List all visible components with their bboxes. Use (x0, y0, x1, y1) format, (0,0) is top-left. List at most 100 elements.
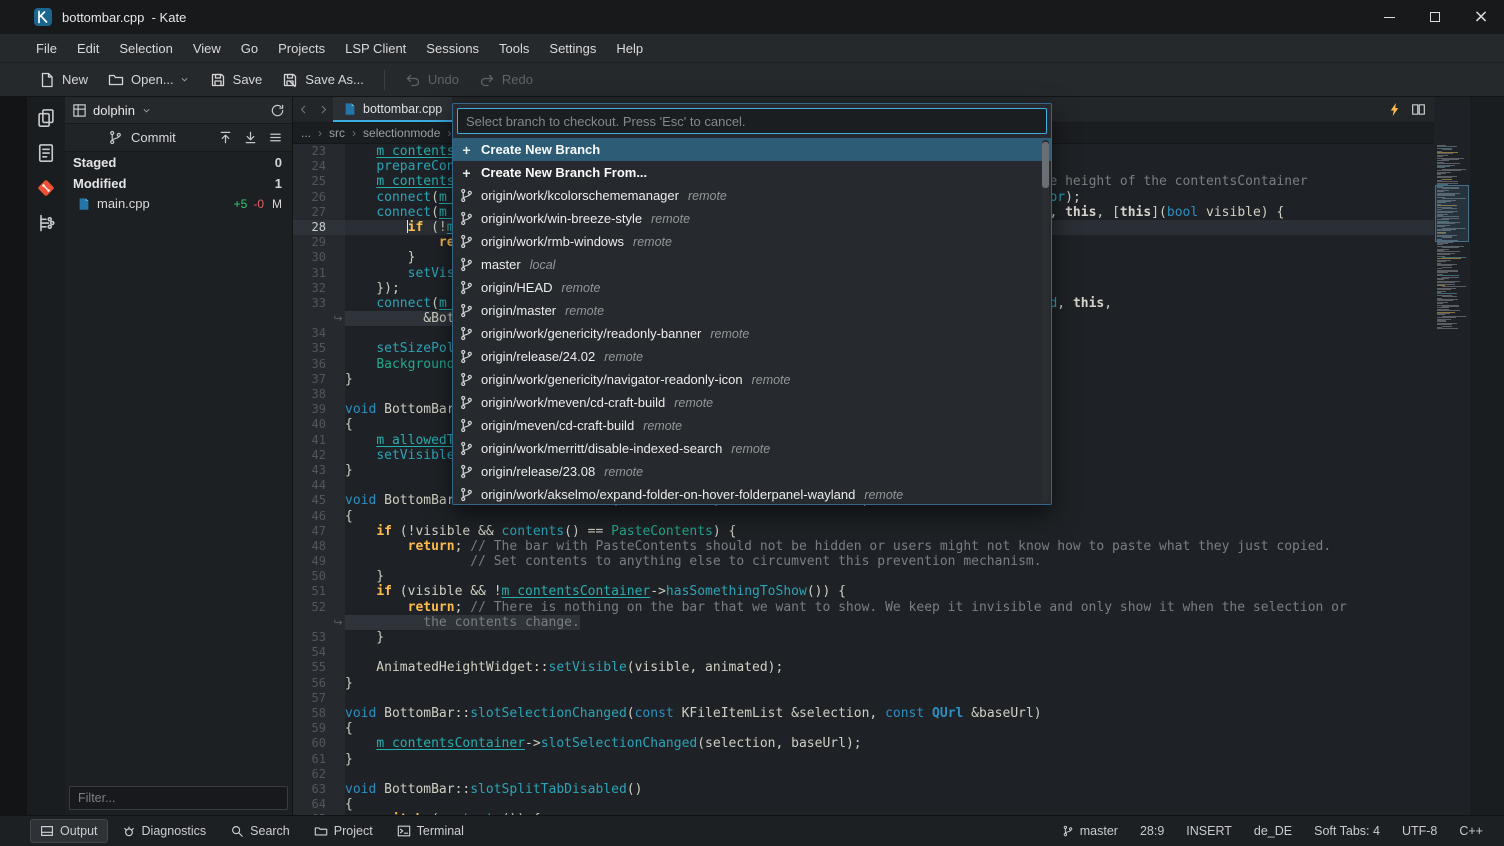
status-cursor-position[interactable]: 28:9 (1129, 824, 1175, 838)
branch-list-item[interactable]: origin/meven/cd-craft-build remote (453, 414, 1051, 437)
code-line[interactable]: ↪ the contents change. (293, 614, 1434, 630)
tab-scroll-left[interactable] (293, 97, 313, 122)
code-line[interactable]: 49 // Set contents to anything else to c… (293, 554, 1434, 570)
new-button[interactable]: New (30, 67, 97, 93)
popup-scrollbar[interactable] (1042, 140, 1049, 502)
chevron-down-icon[interactable] (141, 105, 152, 116)
tool-rail-symbols[interactable] (32, 210, 60, 236)
code-line[interactable]: 62 (293, 766, 1434, 782)
code-line[interactable]: 48 return; // The bar with PasteContents… (293, 538, 1434, 555)
status-tab-mode[interactable]: Soft Tabs: 4 (1303, 824, 1391, 838)
breadcrumb-item[interactable]: src (329, 126, 345, 140)
code-line[interactable]: 65 switch (contents()) { (293, 812, 1434, 815)
code-line[interactable]: 54 (293, 645, 1434, 661)
panel-button-output[interactable]: Output (30, 819, 108, 843)
branch-action-item[interactable]: + Create New Branch (453, 138, 1051, 161)
branch-action-item[interactable]: + Create New Branch From... (453, 161, 1051, 184)
code-line[interactable]: 51 if (visible && !m_contentsContainer->… (293, 584, 1434, 600)
branch-list-item[interactable]: origin/work/merritt/disable-indexed-sear… (453, 437, 1051, 460)
code-line[interactable]: 56} (293, 675, 1434, 691)
menu-item-go[interactable]: Go (231, 37, 268, 60)
status-branch[interactable]: master (1051, 824, 1129, 838)
code-line[interactable]: 55 AnimatedHeightWidget::setVisible(visi… (293, 660, 1434, 676)
branch-list-item[interactable]: origin/work/rmb-windows remote (453, 230, 1051, 253)
panel-button-terminal[interactable]: Terminal (387, 819, 474, 843)
push-button[interactable] (218, 130, 233, 145)
code-text: return; // The bar with PasteContents sh… (407, 538, 1332, 554)
panel-button-diagnostics[interactable]: Diagnostics (112, 819, 217, 843)
panel-button-search[interactable]: Search (220, 819, 300, 843)
split-view-icon[interactable] (1411, 102, 1426, 117)
menu-item-settings[interactable]: Settings (539, 37, 606, 60)
code-line[interactable]: 52 return; // There is nothing on the ba… (293, 599, 1434, 615)
branch-list-item[interactable]: origin/work/genericity/readonly-banner re… (453, 322, 1051, 345)
commit-button[interactable]: Commit (102, 127, 182, 148)
menu-item-edit[interactable]: Edit (67, 37, 109, 60)
menu-item-selection[interactable]: Selection (109, 37, 182, 60)
tab-scroll-right[interactable] (313, 97, 333, 122)
code-line[interactable]: 59 { (293, 721, 1434, 737)
project-selector[interactable]: dolphin (93, 103, 135, 118)
filter-input[interactable] (69, 786, 288, 810)
minimize-button[interactable] (1366, 0, 1412, 34)
menu-item-tools[interactable]: Tools (489, 37, 539, 60)
code-line[interactable]: 63 void BottomBar::slotSplitTabDisabled() (293, 781, 1434, 798)
minimap[interactable] (1434, 97, 1470, 815)
status-encoding[interactable]: UTF-8 (1391, 824, 1448, 838)
status-highlight-mode[interactable]: C++ (1448, 824, 1494, 838)
status-input-mode[interactable]: INSERT (1175, 824, 1243, 838)
menu-item-file[interactable]: File (26, 37, 67, 60)
chevron-left-icon (297, 103, 310, 116)
status-dictionary[interactable]: de_DE (1243, 824, 1303, 838)
open-button[interactable]: Open... (99, 67, 199, 93)
code-line[interactable]: 57 (293, 690, 1434, 706)
menu-item-help[interactable]: Help (606, 37, 653, 60)
branch-list-item[interactable]: origin/work/kcolorschememanager remote (453, 184, 1051, 207)
close-button[interactable]: × (1458, 0, 1504, 34)
pull-button[interactable] (243, 130, 258, 145)
code-line[interactable]: 50 } (293, 569, 1434, 585)
branch-list-item[interactable]: origin/release/23.08 remote (453, 460, 1051, 483)
refresh-button[interactable] (270, 103, 285, 118)
menu-item-lsp-client[interactable]: LSP Client (335, 37, 416, 60)
menu-item-view[interactable]: View (183, 37, 231, 60)
code-line[interactable]: 64 { (293, 797, 1434, 813)
code-line[interactable]: 61} (293, 751, 1434, 767)
panel-button-project[interactable]: Project (304, 819, 383, 843)
tab-bottombar-cpp[interactable]: bottombar.cpp (333, 97, 453, 122)
menu-item-projects[interactable]: Projects (268, 37, 335, 60)
code-line[interactable]: 58 void BottomBar::slotSelectionChanged(c… (293, 705, 1434, 722)
kate-app-icon[interactable] (34, 8, 52, 26)
branch-list-item[interactable]: master local (453, 253, 1051, 276)
staged-section[interactable]: Staged 0 (65, 152, 292, 173)
lightning-icon[interactable] (1387, 102, 1402, 117)
breadcrumb-item[interactable]: ... (301, 126, 311, 140)
save-button[interactable]: Save (201, 67, 272, 93)
branch-list-item[interactable]: origin/work/win-breeze-style remote (453, 207, 1051, 230)
branch-list-item[interactable]: origin/HEAD remote (453, 276, 1051, 299)
modified-section[interactable]: Modified 1 (65, 173, 292, 194)
branch-list-item[interactable]: origin/work/akselmo/expand-folder-on-hov… (453, 483, 1051, 504)
branch-list-item[interactable]: origin/work/genericity/navigator-readonl… (453, 368, 1051, 391)
gutter-spacer (331, 356, 345, 372)
tool-rail-file-list[interactable] (32, 140, 60, 166)
branch-list-item[interactable]: origin/master remote (453, 299, 1051, 322)
modified-file-row[interactable]: main.cpp +5 -0 M (65, 194, 292, 213)
branch-search-input[interactable] (457, 108, 1047, 134)
minimap-viewport[interactable] (1435, 185, 1469, 242)
code-line[interactable]: 53 } (293, 630, 1434, 646)
breadcrumb-item[interactable]: selectionmode (363, 126, 440, 140)
save-as-button[interactable]: Save As... (273, 67, 373, 93)
branch-list-item[interactable]: origin/work/meven/cd-craft-build remote (453, 391, 1051, 414)
menu-item-sessions[interactable]: Sessions (416, 37, 489, 60)
code-line[interactable]: 60 m_contentsContainer->slotSelectionCha… (293, 736, 1434, 752)
tool-rail-documents[interactable] (32, 105, 60, 131)
maximize-button[interactable] (1412, 0, 1458, 34)
tool-rail-git[interactable] (32, 175, 60, 201)
code-line[interactable]: 46 { (293, 508, 1434, 524)
popup-scrollbar-thumb[interactable] (1042, 142, 1049, 188)
code-line[interactable]: 47 if (!visible && contents() == PasteCo… (293, 523, 1434, 539)
wrap-marker-icon: ↪ (331, 311, 345, 327)
git-menu-button[interactable] (268, 130, 283, 145)
branch-list-item[interactable]: origin/release/24.02 remote (453, 345, 1051, 368)
